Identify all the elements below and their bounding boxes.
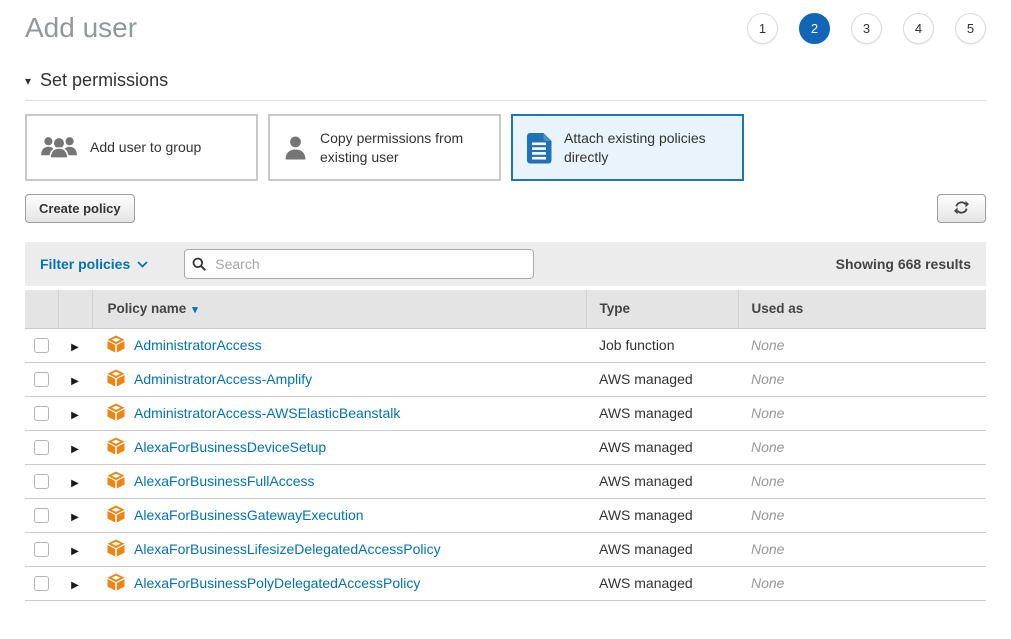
page-title: Add user <box>25 12 137 44</box>
policy-used-as: None <box>738 566 986 600</box>
table-row: ▶ AlexaForBusinessDeviceSetup AWS manage… <box>25 430 986 464</box>
header-policy-name[interactable]: Policy name▾ <box>92 290 586 328</box>
policy-cube-icon <box>107 437 125 458</box>
policy-used-as: None <box>738 430 986 464</box>
policy-name-link[interactable]: AlexaForBusinessDeviceSetup <box>134 439 326 455</box>
chevron-down-icon: ▾ <box>25 75 31 87</box>
row-checkbox[interactable] <box>34 576 49 591</box>
policy-cube-icon <box>107 505 125 526</box>
policy-type: AWS managed <box>586 532 738 566</box>
policy-type: AWS managed <box>586 464 738 498</box>
row-checkbox[interactable] <box>34 542 49 557</box>
add-user-page: Add user 12345 ▾ Set permissions Add use… <box>0 0 1011 601</box>
policy-type: AWS managed <box>586 362 738 396</box>
results-count: Showing 668 results <box>836 256 971 272</box>
group-icon <box>39 134 79 161</box>
policy-cube-icon <box>107 573 125 594</box>
search-icon <box>192 257 206 276</box>
expand-row-icon[interactable]: ▶ <box>71 342 79 353</box>
policy-name-link[interactable]: AlexaForBusinessFullAccess <box>134 473 315 489</box>
policy-used-as: None <box>738 498 986 532</box>
row-checkbox[interactable] <box>34 508 49 523</box>
row-checkbox[interactable] <box>34 440 49 455</box>
policy-name-link[interactable]: AdministratorAccess <box>134 337 262 353</box>
policy-cube-icon <box>107 471 125 492</box>
table-row: ▶ AlexaForBusinessLifesizeDelegatedAcces… <box>25 532 986 566</box>
table-row: ▶ AlexaForBusinessGatewayExecution AWS m… <box>25 498 986 532</box>
policy-cube-icon <box>107 335 125 356</box>
table-row: ▶ AdministratorAccess-Amplify AWS manage… <box>25 362 986 396</box>
table-row: ▶ AdministratorAccess Job function None <box>25 328 986 362</box>
policy-toolbar: Create policy <box>25 194 986 223</box>
card-add-user-to-group[interactable]: Add user to group <box>25 114 258 181</box>
policy-name-link[interactable]: AlexaForBusinessLifesizeDelegatedAccessP… <box>134 541 441 557</box>
table-row: ▶ AlexaForBusinessFullAccess AWS managed… <box>25 464 986 498</box>
header-used-as: Used as <box>738 290 986 328</box>
header-type: Type <box>586 290 738 328</box>
user-icon <box>282 134 309 161</box>
chevron-down-icon <box>137 255 148 273</box>
top-bar: Add user 12345 <box>25 0 986 44</box>
policy-type: AWS managed <box>586 396 738 430</box>
create-policy-button[interactable]: Create policy <box>25 194 135 223</box>
refresh-icon <box>954 200 969 218</box>
card-label: Copy permissions from existing user <box>320 129 487 165</box>
policy-type: Job function <box>586 328 738 362</box>
row-checkbox[interactable] <box>34 372 49 387</box>
policies-table: Policy name▾ Type Used as ▶ Admini <box>25 290 986 601</box>
section-title: Set permissions <box>40 70 168 91</box>
expand-row-icon[interactable]: ▶ <box>71 546 79 557</box>
search-box <box>184 249 534 279</box>
expand-row-icon[interactable]: ▶ <box>71 444 79 455</box>
row-checkbox[interactable] <box>34 338 49 353</box>
policy-name-link[interactable]: AlexaForBusinessPolyDelegatedAccessPolic… <box>134 575 420 591</box>
policy-type: AWS managed <box>586 430 738 464</box>
step-1: 1 <box>747 13 778 44</box>
policy-used-as: None <box>738 532 986 566</box>
step-2: 2 <box>799 13 830 44</box>
search-input[interactable] <box>184 249 534 279</box>
policy-used-as: None <box>738 396 986 430</box>
policy-name-link[interactable]: AlexaForBusinessGatewayExecution <box>134 507 364 523</box>
card-label: Attach existing policies directly <box>564 129 730 165</box>
document-icon <box>525 132 553 164</box>
table-header-row: Policy name▾ Type Used as <box>25 290 986 328</box>
policy-used-as: None <box>738 362 986 396</box>
refresh-button[interactable] <box>937 194 986 223</box>
policy-type: AWS managed <box>586 498 738 532</box>
card-copy-permissions[interactable]: Copy permissions from existing user <box>268 114 501 181</box>
step-3: 3 <box>851 13 882 44</box>
row-checkbox[interactable] <box>34 474 49 489</box>
filter-policies-label: Filter policies <box>40 256 130 272</box>
header-checkbox-column <box>25 290 58 328</box>
policy-cube-icon <box>107 403 125 424</box>
policy-name-link[interactable]: AdministratorAccess-Amplify <box>134 371 312 387</box>
permission-option-cards: Add user to group Copy permissions from … <box>25 114 986 181</box>
policy-cube-icon <box>107 539 125 560</box>
policy-used-as: None <box>738 464 986 498</box>
step-5: 5 <box>955 13 986 44</box>
row-checkbox[interactable] <box>34 406 49 421</box>
expand-row-icon[interactable]: ▶ <box>71 478 79 489</box>
expand-row-icon[interactable]: ▶ <box>71 376 79 387</box>
filter-bar: Filter policies Showing 668 results <box>25 242 986 286</box>
filter-policies-dropdown[interactable]: Filter policies <box>40 255 148 273</box>
card-attach-existing-policies[interactable]: Attach existing policies directly <box>511 114 744 181</box>
policy-type: AWS managed <box>586 566 738 600</box>
policy-used-as: None <box>738 328 986 362</box>
expand-row-icon[interactable]: ▶ <box>71 580 79 591</box>
table-row: ▶ AlexaForBusinessPolyDelegatedAccessPol… <box>25 566 986 600</box>
step-indicator: 12345 <box>747 13 986 44</box>
card-label: Add user to group <box>90 138 201 156</box>
policy-cube-icon <box>107 369 125 390</box>
step-4: 4 <box>903 13 934 44</box>
table-row: ▶ AdministratorAccess-AWSElasticBeanstal… <box>25 396 986 430</box>
sort-descending-icon: ▾ <box>192 304 198 316</box>
policy-name-link[interactable]: AdministratorAccess-AWSElasticBeanstalk <box>134 405 400 421</box>
header-expander-column <box>58 290 92 328</box>
expand-row-icon[interactable]: ▶ <box>71 512 79 523</box>
expand-row-icon[interactable]: ▶ <box>71 410 79 421</box>
set-permissions-section-toggle[interactable]: ▾ Set permissions <box>25 70 986 101</box>
